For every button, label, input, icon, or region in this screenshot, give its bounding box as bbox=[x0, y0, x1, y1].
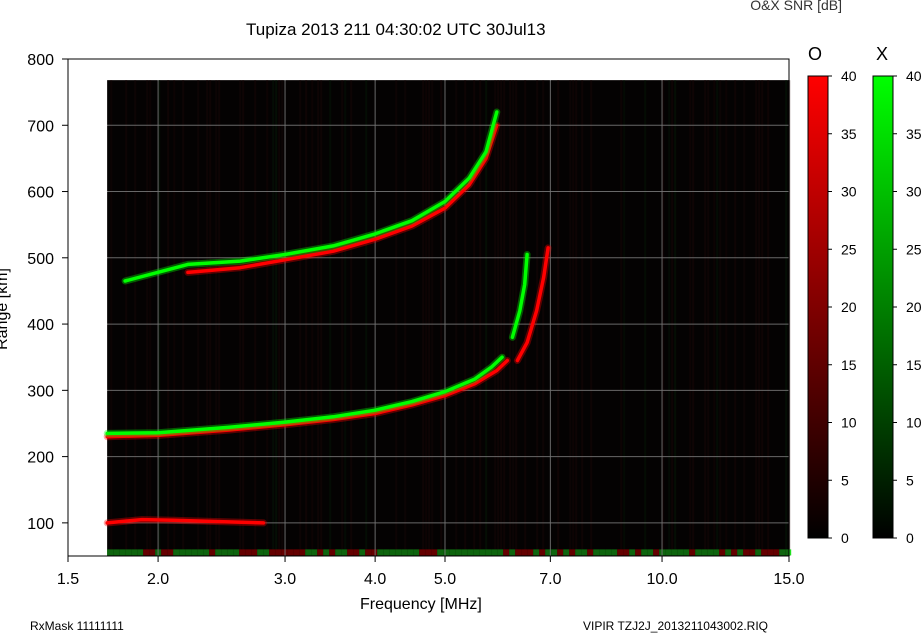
colorbars: 0 5 10 15 20 25 30 35 40 0 5 10 15 20 25 30 35 40 bbox=[807, 68, 922, 546]
x-tick-label: 7.0 bbox=[539, 571, 561, 588]
colorbar-x-tick-label: 20 bbox=[906, 299, 922, 315]
y-tick-label: 300 bbox=[27, 383, 54, 400]
colorbar-x-tick-label: 10 bbox=[906, 415, 922, 431]
y-tick-label: 600 bbox=[27, 185, 54, 202]
colorbar-x-tick-label: 25 bbox=[906, 241, 922, 257]
x-tick-label: 2.0 bbox=[147, 571, 169, 588]
colorbar-o-tick-label: 0 bbox=[841, 530, 849, 546]
colorbar-o-tick-label: 5 bbox=[841, 472, 849, 488]
y-ticks: 100 200 300 400 500 600 700 800 bbox=[27, 52, 68, 533]
x-tick-label: 3.0 bbox=[274, 571, 296, 588]
x-ticks: 1.5 2.0 3.0 4.0 5.0 7.0 10.0 15.0 bbox=[57, 556, 805, 588]
colorbar-x-tick-label: 40 bbox=[906, 68, 922, 84]
colorbar-o-tick-label: 25 bbox=[841, 241, 857, 257]
data-region-overlay bbox=[107, 80, 789, 557]
x-tick-label: 1.5 bbox=[57, 571, 79, 588]
colorbar-o bbox=[807, 75, 829, 539]
colorbar-x-tick-label: 0 bbox=[906, 530, 914, 546]
colorbar-o-tick-label: 20 bbox=[841, 299, 857, 315]
colorbar-x-tick-label: 30 bbox=[906, 184, 922, 200]
y-tick-label: 400 bbox=[27, 317, 54, 334]
colorbar-o-tick-label: 15 bbox=[841, 357, 857, 373]
y-tick-label: 500 bbox=[27, 251, 54, 268]
grid-lines bbox=[67, 58, 790, 557]
colorbar-o-tick-label: 10 bbox=[841, 415, 857, 431]
colorbar-o-tick-label: 35 bbox=[841, 126, 857, 142]
colorbar-x-tick-label: 5 bbox=[906, 472, 914, 488]
y-tick-label: 200 bbox=[27, 450, 54, 467]
colorbar-o-tick-label: 40 bbox=[841, 68, 857, 84]
ionogram-chart: 1.5 2.0 3.0 4.0 5.0 7.0 10.0 15.0 1002003004005… bbox=[27, 52, 922, 588]
colorbar-o-tick-label: 30 bbox=[841, 184, 857, 200]
y-tick-label: 100 bbox=[27, 516, 54, 533]
colorbar-x-tick-label: 15 bbox=[906, 357, 922, 373]
y-tick-label: 700 bbox=[27, 118, 54, 135]
x-tick-label: 5.0 bbox=[434, 571, 456, 588]
y-tick-label: 800 bbox=[27, 52, 54, 69]
colorbar-x-tick-label: 35 bbox=[906, 126, 922, 142]
colorbar-x bbox=[872, 75, 894, 539]
x-tick-label: 4.0 bbox=[364, 571, 386, 588]
x-tick-label: 10.0 bbox=[646, 571, 677, 588]
x-tick-label: 15.0 bbox=[773, 571, 804, 588]
